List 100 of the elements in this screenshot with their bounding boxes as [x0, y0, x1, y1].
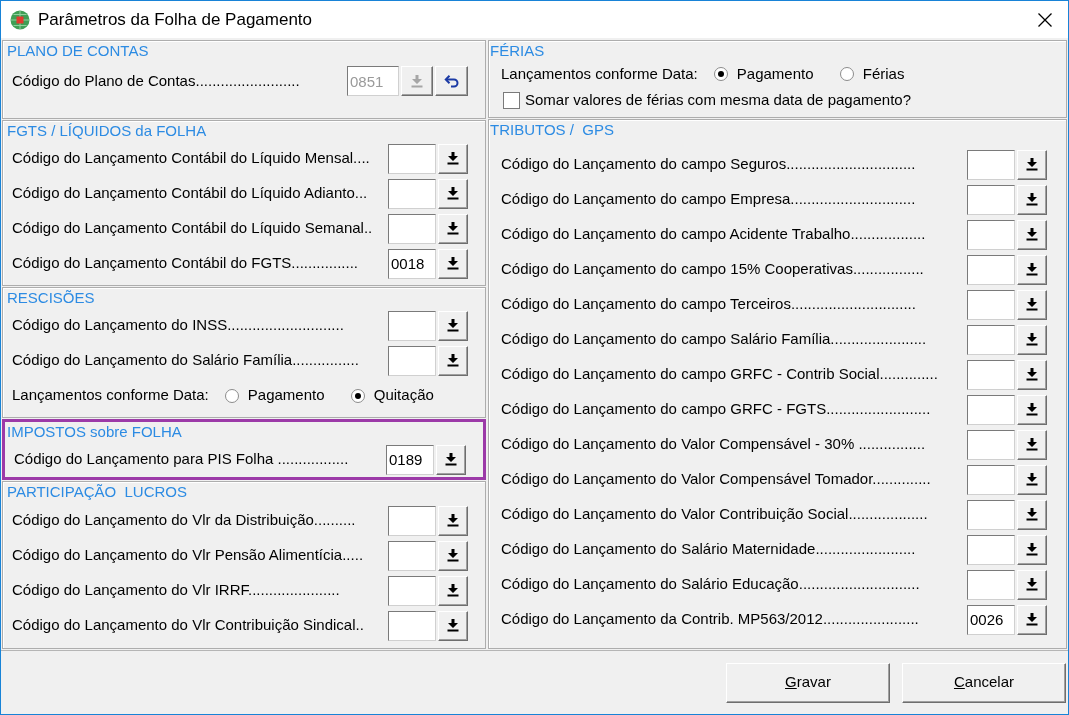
download-icon — [1026, 578, 1038, 591]
lookup-button[interactable] — [1017, 184, 1047, 215]
lookup-button[interactable] — [438, 143, 468, 174]
group-label: Lançamentos conforme Data: — [12, 385, 209, 406]
lookup-button[interactable] — [438, 178, 468, 209]
download-icon — [447, 549, 459, 562]
code-field[interactable] — [388, 310, 436, 341]
undo-arrow-icon — [443, 74, 460, 88]
field-label: Código do Lançamento para PIS Folha ................. — [14, 449, 350, 470]
download-icon — [447, 354, 459, 367]
download-icon — [445, 453, 457, 466]
code-field[interactable] — [967, 324, 1015, 355]
download-icon — [1026, 543, 1038, 556]
lookup-button[interactable] — [438, 213, 468, 244]
group-label: Lançamentos conforme Data: — [501, 63, 698, 84]
field-label: Código do Lançamento do Valor Compensável - 30% ................ — [501, 434, 927, 455]
section-title: PARTICIPAÇÃO LUCROS — [7, 481, 188, 502]
field-label: Código do Lançamento do Valor Contribuição Social................... — [501, 504, 929, 525]
lookup-button[interactable] — [438, 310, 468, 341]
lookup-button[interactable] — [438, 345, 468, 376]
lookup-button[interactable] — [1017, 604, 1047, 635]
field-label: Código do Lançamento do campo 15% Cooperativas................. — [501, 259, 925, 280]
code-field[interactable]: 0026 — [967, 604, 1015, 635]
field-label: Código do Lançamento do campo Terceiros.............................. — [501, 294, 917, 315]
field-label: Código do Lançamento do campo Empresa.............................. — [501, 189, 917, 210]
code-field[interactable]: 0189 — [386, 444, 434, 475]
code-field[interactable] — [388, 505, 436, 536]
field-label: Código do Lançamento Contábil do Líquido Semanal.. — [12, 218, 374, 239]
download-icon — [1026, 333, 1038, 346]
code-field[interactable] — [388, 575, 436, 606]
reset-button[interactable] — [435, 66, 468, 96]
lookup-button[interactable] — [1017, 569, 1047, 600]
code-field[interactable] — [388, 610, 436, 641]
download-icon — [447, 319, 459, 332]
section-title: FGTS / LÍQUIDOS da FOLHA — [7, 120, 207, 141]
code-field[interactable] — [967, 219, 1015, 250]
code-field[interactable] — [388, 178, 436, 209]
lookup-button[interactable] — [1017, 324, 1047, 355]
code-field[interactable] — [388, 345, 436, 376]
lookup-button[interactable] — [1017, 289, 1047, 320]
section-title: FÉRIAS — [490, 40, 545, 61]
field-label: Código do Lançamento Contábil do Líquido Mensal.... — [12, 148, 371, 169]
code-field[interactable] — [388, 540, 436, 571]
code-field[interactable] — [967, 499, 1015, 530]
close-icon — [1038, 12, 1052, 27]
code-field[interactable] — [967, 464, 1015, 495]
field-label: Código do Lançamento do Vlr da Distribuição.......... — [12, 510, 357, 531]
checkbox-option[interactable]: Somar valores de férias com mesma data de pagamento? — [503, 88, 912, 112]
field-label: Código do Lançamento do Salário Família................ — [12, 350, 360, 371]
window-title: Parâmetros da Folha de Pagamento — [38, 8, 313, 31]
field-label: Código do Lançamento do campo Seguros............................... — [501, 154, 917, 175]
download-icon — [447, 152, 459, 165]
radio-option[interactable]: Férias — [839, 62, 966, 86]
lookup-button[interactable] — [438, 575, 468, 606]
code-field[interactable] — [967, 359, 1015, 390]
code-field[interactable]: 0018 — [388, 248, 436, 279]
field-label: Código do Lançamento do Valor Compensável Tomador.............. — [501, 469, 932, 490]
field-label: Código do Lançamento do Vlr Pensão Alimentícia..... — [12, 545, 365, 566]
download-icon — [1026, 193, 1038, 206]
code-field[interactable] — [967, 254, 1015, 285]
download-icon — [1026, 613, 1038, 626]
radio-option[interactable]: Pagamento — [224, 384, 351, 407]
download-icon — [447, 257, 459, 270]
lookup-button[interactable] — [438, 505, 468, 536]
field-label: Código do Lançamento Contábil do FGTS................ — [12, 253, 359, 274]
code-field[interactable] — [967, 569, 1015, 600]
field-label: Código do Lançamento do campo GRFC - FGTS......................... — [501, 399, 932, 420]
download-icon — [447, 222, 459, 235]
code-field[interactable] — [388, 143, 436, 174]
app-icon — [10, 9, 30, 30]
lookup-button[interactable] — [438, 248, 468, 279]
lookup-button[interactable] — [1017, 149, 1047, 180]
dialog-button[interactable]: Gravar — [726, 662, 890, 703]
code-field[interactable] — [388, 213, 436, 244]
download-icon — [1026, 403, 1038, 416]
download-icon — [1026, 298, 1038, 311]
lookup-button[interactable] — [436, 444, 466, 475]
code-field[interactable] — [967, 534, 1015, 565]
lookup-button[interactable] — [438, 540, 468, 571]
download-icon — [447, 187, 459, 200]
field-label: Código do Lançamento Contábil do Líquido Adianto... — [12, 183, 369, 204]
lookup-button[interactable] — [1017, 254, 1047, 285]
lookup-button[interactable] — [1017, 429, 1047, 460]
lookup-button[interactable] — [1017, 394, 1047, 425]
code-field[interactable] — [967, 149, 1015, 180]
lookup-button[interactable] — [1017, 534, 1047, 565]
lookup-button[interactable] — [438, 610, 468, 641]
code-field[interactable] — [967, 429, 1015, 460]
code-field[interactable] — [967, 289, 1015, 320]
lookup-button[interactable] — [1017, 464, 1047, 495]
lookup-button[interactable] — [1017, 219, 1047, 250]
code-field[interactable] — [967, 394, 1015, 425]
field-label: Código do Lançamento do Vlr Contribuição Sindical.. — [12, 615, 365, 636]
code-field[interactable] — [967, 184, 1015, 215]
dialog-button[interactable]: Cancelar — [902, 662, 1066, 703]
lookup-button[interactable] — [1017, 359, 1047, 390]
radio-option[interactable]: Pagamento — [713, 62, 840, 86]
field-label: Código do Plano de Contas......................... — [12, 71, 301, 91]
radio-option[interactable]: Quitação — [350, 384, 477, 407]
lookup-button[interactable] — [1017, 499, 1047, 530]
